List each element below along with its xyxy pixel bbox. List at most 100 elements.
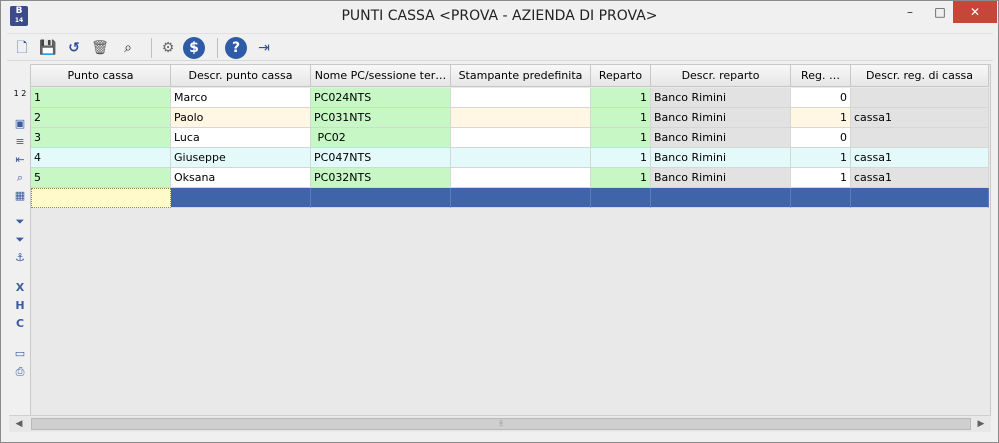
cell-punto-cassa[interactable]: 5 — [31, 168, 171, 188]
cell-reparto[interactable]: 1 — [591, 148, 651, 168]
cell-punto-cassa[interactable]: 3 — [31, 128, 171, 148]
scroll-right-icon[interactable]: ▶ — [973, 416, 989, 432]
filter-remove-icon[interactable]: ⏷ — [11, 232, 29, 248]
new-row-cell[interactable] — [311, 188, 451, 208]
column-header-descr-punto-cassa[interactable]: Descr. punto cassa — [171, 65, 311, 87]
cell-reparto[interactable]: 1 — [591, 88, 651, 108]
cell-reg[interactable]: 0 — [791, 128, 851, 148]
horizontal-scrollbar[interactable]: ◀ ⦙⦙ ▶ — [9, 415, 991, 432]
table-row[interactable]: 5 Oksana PC032NTS 1 Banco Rimini 1 cassa… — [31, 168, 989, 188]
new-row-cell[interactable] — [591, 188, 651, 208]
dollar-icon[interactable]: $ — [183, 37, 205, 59]
print-icon[interactable]: ⎙ — [11, 364, 29, 380]
cell-nome-pc[interactable]: PC02 — [311, 128, 451, 148]
data-grid[interactable]: Punto cassa Descr. punto cassa Nome PC/s… — [31, 64, 991, 416]
cell-descr-punto-cassa[interactable]: Marco — [171, 88, 311, 108]
toolbar: 🗋 💾 ↺ 🗑 ⌕ ⚙ $ ? ⇥ — [7, 33, 993, 61]
cell-reparto[interactable]: 1 — [591, 108, 651, 128]
help-icon[interactable]: ? — [225, 37, 247, 59]
cell-stampante[interactable] — [451, 128, 591, 148]
window-title: PUNTI CASSA <PROVA - AZIENDA DI PROVA> — [341, 8, 658, 24]
table-row[interactable]: 1 Marco PC024NTS 1 Banco Rimini 0 — [31, 88, 989, 108]
cell-descr-punto-cassa[interactable]: Luca — [171, 128, 311, 148]
filter-icon[interactable]: ⏷ — [11, 214, 29, 230]
new-row-cell[interactable] — [851, 188, 989, 208]
column-header-stampante[interactable]: Stampante predefinita — [451, 65, 591, 87]
cell-reparto[interactable]: 1 — [591, 128, 651, 148]
cell-descr-reg-cassa — [851, 88, 989, 108]
export-excel-icon[interactable]: X — [11, 280, 29, 296]
cell-stampante[interactable] — [451, 108, 591, 128]
trash-icon[interactable]: 🗑 — [89, 37, 111, 59]
list-icon[interactable]: ≡ — [11, 134, 29, 150]
cell-descr-reg-cassa — [851, 128, 989, 148]
cell-punto-cassa[interactable]: 1 — [31, 88, 171, 108]
copy-icon[interactable]: ▣ — [11, 116, 29, 132]
cell-descr-reparto: Banco Rimini — [651, 88, 791, 108]
cell-stampante[interactable] — [451, 148, 591, 168]
new-row-cell[interactable] — [651, 188, 791, 208]
cell-nome-pc[interactable]: PC031NTS — [311, 108, 451, 128]
cell-descr-reparto: Banco Rimini — [651, 108, 791, 128]
cell-descr-reg-cassa: cassa1 — [851, 108, 989, 128]
cell-punto-cassa[interactable]: 2 — [31, 108, 171, 128]
column-header-reparto[interactable]: Reparto — [591, 65, 651, 87]
cell-reg[interactable]: 0 — [791, 88, 851, 108]
export-html-icon[interactable]: H — [11, 298, 29, 314]
monitor-icon[interactable]: ▭ — [11, 346, 29, 362]
cell-descr-reparto: Banco Rimini — [651, 168, 791, 188]
anchor-icon[interactable]: ⚓ — [11, 250, 29, 266]
app-window: B 14 PUNTI CASSA <PROVA - AZIENDA DI PROV… — [0, 0, 999, 443]
column-header-descr-reparto[interactable]: Descr. reparto — [651, 65, 791, 87]
column-header-punto-cassa[interactable]: Punto cassa — [31, 65, 171, 87]
cell-descr-reg-cassa: cassa1 — [851, 148, 989, 168]
toolbar-separator — [217, 38, 218, 58]
cell-descr-reg-cassa: cassa1 — [851, 168, 989, 188]
cell-nome-pc[interactable]: PC032NTS — [311, 168, 451, 188]
column-header-descr-reg-cassa[interactable]: Descr. reg. di cassa — [851, 65, 989, 87]
cell-reparto[interactable]: 1 — [591, 168, 651, 188]
grip-icon: ⦙⦙ — [499, 419, 503, 428]
new-document-icon[interactable]: 🗋 — [11, 37, 33, 59]
cell-stampante[interactable] — [451, 168, 591, 188]
new-row-cell[interactable] — [791, 188, 851, 208]
exit-door-icon[interactable]: ⇥ — [253, 37, 275, 59]
calendar-icon[interactable]: ▦ — [11, 188, 29, 204]
minimize-button[interactable]: – — [895, 1, 925, 23]
scroll-left-icon[interactable]: ◀ — [11, 416, 27, 432]
grid-side-toolbar: 1 2 ▣ ≡ ⇤ ⌕ ▦ ⏷ ⏷ ⚓ X H C ▭ ⎙ — [9, 64, 31, 416]
cell-descr-punto-cassa[interactable]: Oksana — [171, 168, 311, 188]
cell-descr-reparto: Banco Rimini — [651, 128, 791, 148]
scrollbar-thumb[interactable]: ⦙⦙ — [31, 418, 971, 430]
cell-reg[interactable]: 1 — [791, 108, 851, 128]
toolbar-separator — [151, 38, 152, 58]
cell-nome-pc[interactable]: PC024NTS — [311, 88, 451, 108]
new-row-cell-punto-cassa[interactable] — [31, 188, 171, 208]
column-header-reg[interactable]: Reg. … — [791, 65, 851, 87]
export-csv-icon[interactable]: C — [11, 316, 29, 332]
close-button[interactable]: ✕ — [953, 1, 997, 23]
save-icon[interactable]: 💾 — [37, 37, 59, 59]
undo-icon[interactable]: ↺ — [63, 37, 85, 59]
row-height-icon[interactable]: 1 2 — [11, 90, 29, 106]
import-icon[interactable]: ⇤ — [11, 152, 29, 168]
cell-punto-cassa[interactable]: 4 — [31, 148, 171, 168]
cell-reg[interactable]: 1 — [791, 168, 851, 188]
cell-descr-punto-cassa[interactable]: Giuseppe — [171, 148, 311, 168]
cell-reg[interactable]: 1 — [791, 148, 851, 168]
binoculars-icon[interactable]: ⌕ — [117, 37, 139, 59]
table-row[interactable]: 2 Paolo PC031NTS 1 Banco Rimini 1 cassa1 — [31, 108, 989, 128]
table-row[interactable]: 3 Luca PC02 1 Banco Rimini 0 — [31, 128, 989, 148]
gear-icon[interactable]: ⚙ — [157, 37, 179, 59]
new-row-cell[interactable] — [171, 188, 311, 208]
maximize-button[interactable]: □ — [925, 1, 955, 23]
new-row[interactable] — [31, 188, 989, 208]
table-row[interactable]: 4 Giuseppe PC047NTS 1 Banco Rimini 1 cas… — [31, 148, 989, 168]
cell-stampante[interactable] — [451, 88, 591, 108]
cell-descr-punto-cassa[interactable]: Paolo — [171, 108, 311, 128]
new-row-cell[interactable] — [451, 188, 591, 208]
zoom-icon[interactable]: ⌕ — [11, 170, 29, 186]
cell-nome-pc[interactable]: PC047NTS — [311, 148, 451, 168]
title-bar: B 14 PUNTI CASSA <PROVA - AZIENDA DI PROV… — [1, 1, 998, 33]
column-header-nome-pc[interactable]: Nome PC/sessione ter… — [311, 65, 451, 87]
